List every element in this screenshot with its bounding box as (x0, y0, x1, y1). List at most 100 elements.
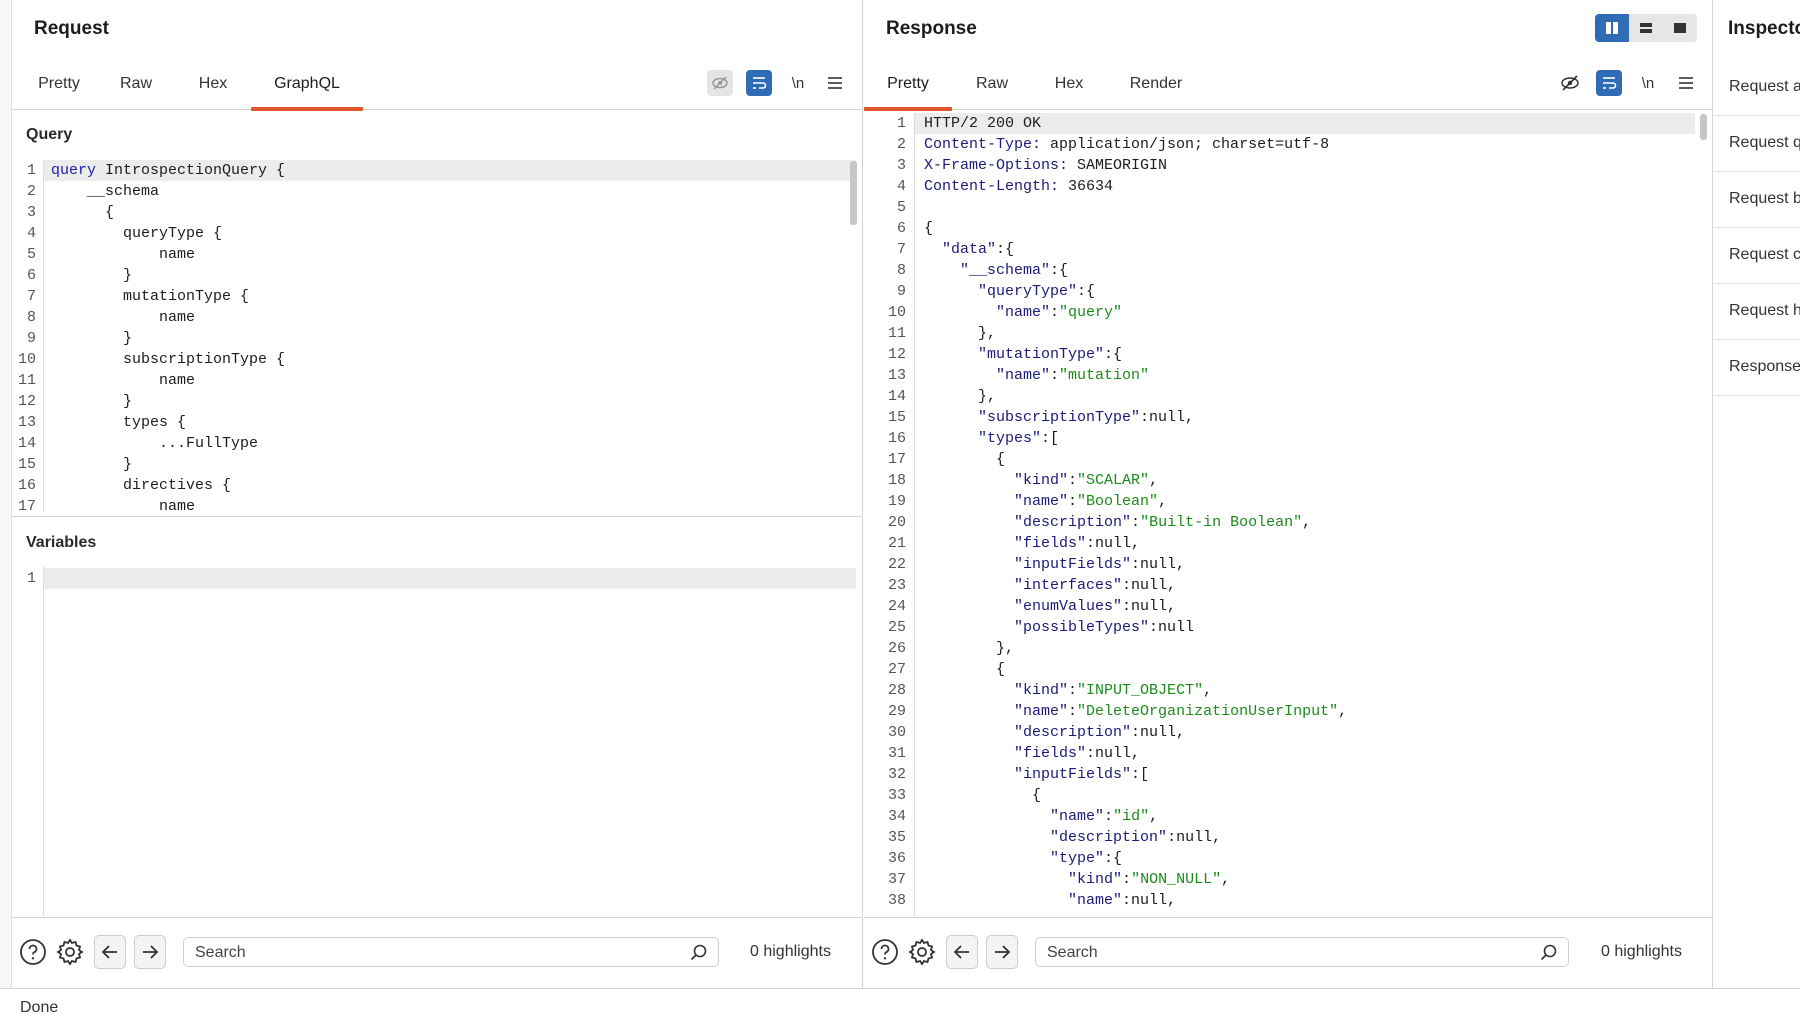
code-line: subscriptionType { (51, 351, 286, 368)
tab-graphql[interactable]: GraphQL (251, 62, 363, 111)
status-bar: Done (0, 988, 1800, 1026)
code-line: "kind":"INPUT_OBJECT", (1014, 682, 1213, 699)
inspector-row-label: Request query parameters (1729, 134, 1800, 151)
inspector-row-label: Request cookies (1729, 246, 1800, 263)
forward-arrow-icon[interactable] (134, 935, 166, 969)
code-line: { (924, 451, 1006, 468)
code-line: HTTP/2 200 OK (924, 115, 1042, 132)
code-line: "__schema":{ (960, 262, 1069, 279)
code-line: "kind":"NON_NULL", (1068, 871, 1231, 888)
code-line: { (924, 220, 934, 237)
request-tabs: Pretty Raw Hex GraphQL (12, 62, 862, 111)
wrap-lines-icon[interactable] (1596, 70, 1622, 96)
code-line: }, (924, 388, 997, 405)
response-title: Response (886, 18, 977, 39)
menu-icon[interactable] (822, 70, 848, 96)
inspector-row-request-cookies[interactable]: Request cookies (1714, 228, 1800, 284)
wrap-lines-icon[interactable] (746, 70, 772, 96)
code-line: mutationType { (51, 288, 250, 305)
request-search-input[interactable]: Search (183, 937, 719, 967)
line-number: 18 (887, 472, 906, 489)
inspector-row-label: Request attributes (1729, 78, 1800, 95)
code-line: "name":"mutation" (996, 367, 1150, 384)
forward-arrow-icon[interactable] (986, 935, 1018, 969)
line-number: 35 (887, 829, 906, 846)
hide-icon[interactable] (707, 70, 733, 96)
tab-pretty[interactable]: Pretty (864, 62, 952, 111)
tab-pretty[interactable]: Pretty (34, 62, 84, 110)
hide-icon[interactable] (1557, 70, 1583, 96)
line-number: 8 (896, 262, 906, 279)
newline-toggle[interactable]: \n (785, 70, 811, 96)
line-number: 2 (896, 136, 906, 153)
tab-hex[interactable]: Hex (196, 62, 230, 110)
line-number: 1 (26, 570, 36, 587)
menu-icon[interactable] (1673, 70, 1699, 96)
variables-editor[interactable]: 1 (12, 566, 857, 916)
code-line: "description":null, (1014, 724, 1186, 741)
newline-toggle[interactable]: \n (1635, 70, 1661, 96)
inspector-row-label: Request headers (1729, 302, 1800, 319)
code-line: "data":{ (942, 241, 1015, 258)
line-number: 30 (887, 724, 906, 741)
code-line: "enumValues":null, (1014, 598, 1177, 615)
back-arrow-icon[interactable] (946, 935, 978, 969)
line-number: 38 (887, 892, 906, 909)
highlights-count: 0 highlights (750, 943, 831, 960)
code-line: types { (51, 414, 187, 431)
single-view-icon[interactable] (1663, 14, 1697, 42)
response-scrollbar[interactable] (1700, 114, 1707, 140)
code-line: "subscriptionType":null, (978, 409, 1195, 426)
inspector-row-request-headers[interactable]: Request headers (1714, 284, 1800, 340)
tab-raw[interactable]: Raw (974, 62, 1010, 110)
code-line: "name":"query" (996, 304, 1123, 321)
code-line: "name":null, (1068, 892, 1177, 909)
variables-label: Variables (26, 534, 97, 551)
settings-gear-icon[interactable] (55, 937, 85, 967)
inspector-row-request-query[interactable]: Request query parameters (1714, 116, 1800, 172)
stacked-view-icon[interactable] (1629, 14, 1663, 42)
line-number: 36 (887, 850, 906, 867)
code-line: ...FullType (51, 435, 259, 452)
code-line: __schema (51, 183, 160, 200)
line-number: 12 (17, 393, 36, 410)
inspector-title: Inspector (1728, 18, 1800, 39)
line-number: 24 (887, 598, 906, 615)
code-line: name (51, 372, 196, 389)
code-line: "type":{ (1050, 850, 1123, 867)
line-number: 8 (26, 309, 36, 326)
code-line: "description":null, (1050, 829, 1222, 846)
line-number: 5 (896, 199, 906, 216)
line-number: 11 (887, 325, 906, 342)
code-line: "fields":null, (1014, 745, 1141, 762)
search-placeholder: Search (195, 944, 246, 961)
code-line: name (51, 498, 196, 512)
line-number: 34 (887, 808, 906, 825)
help-icon[interactable] (18, 937, 48, 967)
line-number: 6 (26, 267, 36, 284)
code-line: }, (924, 325, 997, 342)
tab-hex[interactable]: Hex (1052, 62, 1086, 110)
back-arrow-icon[interactable] (94, 935, 126, 969)
request-title: Request (34, 18, 109, 39)
help-icon[interactable] (870, 937, 900, 967)
inspector-row-request-attributes[interactable]: Request attributes (1714, 60, 1800, 116)
code-line: { (924, 787, 1042, 804)
code-line: "queryType":{ (978, 283, 1096, 300)
search-icon (690, 944, 707, 961)
inspector-row-request-body[interactable]: Request body parameters (1714, 172, 1800, 228)
query-editor[interactable]: 1 query IntrospectionQuery {2 __schema 3 {… (12, 160, 857, 512)
inspector-row-response-headers[interactable]: Response headers (1714, 340, 1800, 396)
response-viewer[interactable]: 1 HTTP/2 200 OK 2 Content-Type: application… (864, 113, 1705, 917)
code-line: queryType { (51, 225, 223, 242)
line-number: 31 (887, 745, 906, 762)
response-search-input[interactable]: Search (1035, 937, 1569, 967)
search-icon (1540, 944, 1557, 961)
tab-render[interactable]: Render (1126, 62, 1186, 110)
line-gutter-divider (914, 113, 915, 917)
code-line: "kind":"SCALAR", (1014, 472, 1159, 489)
split-view-icon[interactable] (1595, 14, 1629, 42)
tab-raw[interactable]: Raw (118, 62, 154, 110)
settings-gear-icon[interactable] (907, 937, 937, 967)
query-scrollbar[interactable] (850, 161, 857, 225)
